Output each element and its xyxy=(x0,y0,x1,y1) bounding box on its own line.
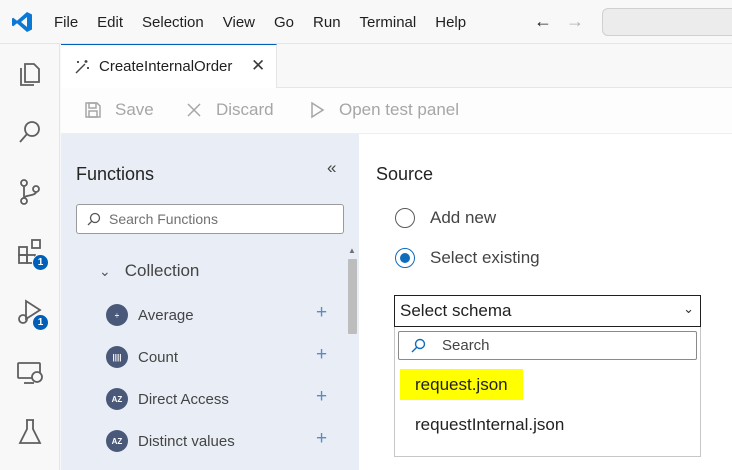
distinct-values-icon: AZ xyxy=(106,430,128,452)
schema-select[interactable]: Select schema ⌄ xyxy=(394,295,701,327)
testing-flask-icon[interactable] xyxy=(14,416,46,448)
title-bar: File Edit Selection View Go Run Terminal… xyxy=(0,0,732,44)
add-icon[interactable]: + xyxy=(316,344,327,366)
menu-bar: File Edit Selection View Go Run Terminal… xyxy=(54,0,485,44)
back-arrow-icon[interactable]: ← xyxy=(534,11,552,32)
function-item-distinct-values[interactable]: AZ Distinct values + xyxy=(106,428,341,454)
discard-button[interactable]: Discard xyxy=(184,100,274,120)
functions-panel: Functions « ⌄ Collection ÷ Average + |||… xyxy=(61,134,359,470)
menu-view[interactable]: View xyxy=(223,14,255,31)
explorer-icon[interactable] xyxy=(14,58,46,90)
add-new-label: Add new xyxy=(430,208,497,227)
source-panel: Source Add new Select existing Select sc… xyxy=(359,134,732,470)
schema-search-box[interactable] xyxy=(398,331,697,360)
select-existing-label: Select existing xyxy=(430,248,540,267)
save-icon xyxy=(85,102,101,118)
function-label: Distinct values xyxy=(138,432,235,450)
add-new-radio[interactable]: Add new xyxy=(395,208,496,228)
average-icon: ÷ xyxy=(106,304,128,326)
editor-tab-bar: CreateInternalOrder ✕ xyxy=(61,44,732,88)
add-icon[interactable]: + xyxy=(316,428,327,450)
extensions-icon[interactable]: 1 xyxy=(14,236,49,271)
search-icon xyxy=(87,212,101,226)
menu-help[interactable]: Help xyxy=(435,14,466,31)
extensions-badge: 1 xyxy=(32,254,49,271)
source-title: Source xyxy=(376,164,434,184)
search-icon[interactable] xyxy=(14,116,46,148)
radio-circle xyxy=(395,208,415,228)
open-test-panel-button[interactable]: Open test panel xyxy=(307,100,459,120)
menu-terminal[interactable]: Terminal xyxy=(360,14,417,31)
scrollbar-thumb[interactable] xyxy=(348,259,357,334)
menu-edit[interactable]: Edit xyxy=(97,14,123,31)
collapse-panel-icon[interactable]: « xyxy=(327,158,336,178)
source-control-icon[interactable] xyxy=(14,176,46,208)
schema-option-request-json[interactable]: request.json xyxy=(400,369,523,400)
functions-title: Functions xyxy=(76,164,155,184)
function-label: Average xyxy=(138,306,194,324)
tab-create-internal-order[interactable]: CreateInternalOrder ✕ xyxy=(61,44,277,88)
search-icon xyxy=(411,338,426,352)
save-label: Save xyxy=(115,100,154,119)
chevron-down-icon: ⌄ xyxy=(99,262,111,279)
tab-label: CreateInternalOrder xyxy=(99,58,233,75)
schema-option-request-internal-json[interactable]: requestInternal.json xyxy=(400,409,579,440)
schema-select-value: Select schema xyxy=(400,301,512,320)
functions-search-input[interactable] xyxy=(109,211,329,227)
scroll-up-arrow-icon[interactable]: ▲ xyxy=(348,246,356,255)
data-mapper-editor: Save Discard Open test panel Functions «… xyxy=(61,88,732,470)
open-test-panel-label: Open test panel xyxy=(339,100,460,119)
add-icon[interactable]: + xyxy=(316,302,327,324)
menu-file[interactable]: File xyxy=(54,14,78,31)
collection-group-header[interactable]: ⌄ Collection xyxy=(99,261,199,281)
select-existing-radio[interactable]: Select existing xyxy=(395,248,540,268)
menu-selection[interactable]: Selection xyxy=(142,14,204,31)
command-center[interactable] xyxy=(602,8,732,36)
forward-arrow-icon[interactable]: → xyxy=(566,11,584,32)
add-icon[interactable]: + xyxy=(316,386,327,408)
chevron-down-icon: ⌄ xyxy=(683,301,694,316)
run-debug-icon[interactable]: 1 xyxy=(14,296,49,331)
magic-wand-icon xyxy=(75,59,89,73)
function-label: Direct Access xyxy=(138,390,229,408)
function-item-direct-access[interactable]: AZ Direct Access + xyxy=(106,386,341,412)
remote-explorer-icon[interactable] xyxy=(14,356,46,388)
debug-badge: 1 xyxy=(32,314,49,331)
radio-circle-selected xyxy=(395,248,415,268)
menu-go[interactable]: Go xyxy=(274,14,294,31)
close-icon[interactable]: ✕ xyxy=(251,56,265,76)
function-item-average[interactable]: ÷ Average + xyxy=(106,302,341,328)
save-button[interactable]: Save xyxy=(83,100,154,120)
collection-group-label: Collection xyxy=(124,261,200,280)
discard-icon xyxy=(187,103,201,117)
menu-run[interactable]: Run xyxy=(313,14,341,31)
editor-toolbar: Save Discard Open test panel xyxy=(61,88,732,134)
count-icon: |||| xyxy=(106,346,128,368)
function-label: Count xyxy=(138,348,179,366)
vscode-logo-icon xyxy=(12,12,32,32)
discard-label: Discard xyxy=(216,100,274,119)
function-item-count[interactable]: |||| Count + xyxy=(106,344,341,370)
direct-access-icon: AZ xyxy=(106,388,128,410)
play-icon xyxy=(311,101,325,119)
schema-search-input[interactable] xyxy=(442,337,682,354)
functions-search-box[interactable] xyxy=(76,204,344,234)
schema-dropdown: request.json requestInternal.json xyxy=(394,327,701,457)
activity-bar: 1 1 xyxy=(0,44,60,470)
